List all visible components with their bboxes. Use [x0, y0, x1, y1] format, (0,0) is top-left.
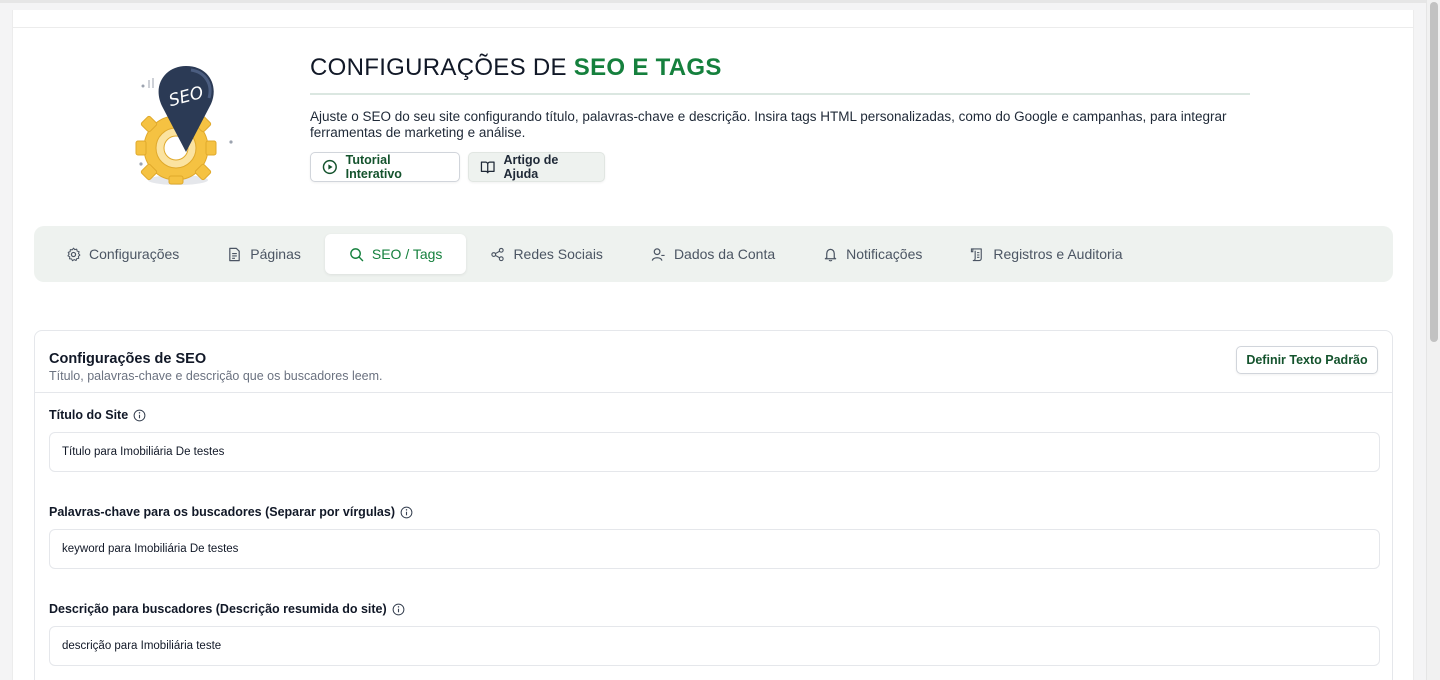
scrollbar-thumb[interactable]	[1430, 2, 1438, 342]
tab-label: Páginas	[250, 246, 301, 262]
seo-illustration: SEO	[135, 66, 233, 185]
tab-label: Redes Sociais	[513, 246, 603, 262]
tutorial-button-label: Tutorial Interativo	[345, 153, 402, 181]
info-icon[interactable]	[400, 506, 413, 519]
keywords-label: Palavras-chave para os buscadores (Separ…	[49, 505, 413, 519]
page-title: CONFIGURAÇÕES DE SEO E TAGS	[310, 54, 722, 82]
tab-dados-da-conta[interactable]: Dados da Conta	[627, 234, 799, 274]
gear-icon	[67, 247, 81, 261]
tab-label: Dados da Conta	[673, 246, 776, 262]
tab-registros-e-auditoria[interactable]: Registros e Auditoria	[946, 234, 1146, 274]
play-circle-icon	[322, 159, 337, 175]
seo-settings-card: Configurações de SEO Título, palavras-ch…	[34, 330, 1393, 680]
seo-card-subtitle: Título, palavras-chave e descrição que o…	[49, 369, 383, 383]
tab-label: Notificações	[846, 246, 923, 262]
help-article-button[interactable]: Artigo de Ajuda	[468, 152, 605, 182]
scroll-icon	[971, 247, 983, 261]
page-title-accent: SEO E TAGS	[573, 54, 722, 81]
settings-tabs: Configurações Páginas SEO / Tags Redes S…	[34, 226, 1393, 282]
help-article-button-label: Artigo de Ajuda	[503, 153, 559, 181]
page-top-divider	[13, 27, 1413, 28]
document-icon	[229, 247, 241, 261]
share-icon	[491, 247, 505, 261]
browser-top-strip	[0, 0, 1426, 3]
info-icon[interactable]	[133, 409, 146, 422]
description-label: Descrição para buscadores (Descrição res…	[49, 602, 405, 616]
site-title-label-text: Título do Site	[49, 408, 129, 422]
tab-label: Registros e Auditoria	[993, 246, 1123, 262]
tab-seo-tags[interactable]: SEO / Tags	[324, 234, 467, 274]
tab-paginas[interactable]: Páginas	[203, 234, 325, 274]
book-icon	[480, 161, 495, 174]
info-icon[interactable]	[392, 603, 405, 616]
set-default-text-button[interactable]: Definir Texto Padrão	[1236, 346, 1378, 374]
tab-redes-sociais[interactable]: Redes Sociais	[466, 234, 627, 274]
seo-card-title: Configurações de SEO	[49, 351, 207, 367]
page-description: Ajuste o SEO do seu site configurando tí…	[310, 109, 1227, 140]
tab-notificacoes[interactable]: Notificações	[799, 234, 946, 274]
tutorial-button[interactable]: Tutorial Interativo	[310, 152, 460, 182]
user-icon	[651, 247, 665, 261]
description-label-text: Descrição para buscadores (Descrição res…	[49, 602, 387, 616]
description-input[interactable]: descrição para Imobiliária teste	[49, 626, 1380, 666]
keywords-label-text: Palavras-chave para os buscadores (Separ…	[49, 505, 395, 519]
tab-configuracoes[interactable]: Configurações	[42, 234, 203, 274]
page-title-prefix: CONFIGURAÇÕES DE	[310, 54, 574, 81]
tab-label: SEO / Tags	[371, 246, 443, 262]
bell-icon	[824, 248, 837, 261]
site-title-input[interactable]: Título para Imobiliária De testes	[49, 432, 1380, 472]
search-icon	[350, 247, 364, 261]
page-scrollbar[interactable]	[1426, 0, 1440, 680]
title-divider	[310, 93, 1250, 95]
tab-label: Configurações	[89, 246, 180, 262]
keywords-input[interactable]: keyword para Imobiliária De testes	[49, 529, 1380, 569]
site-title-label: Título do Site	[49, 408, 146, 422]
page-container: SEO CONFIGURAÇÕES DE SEO E TAGS Ajuste o…	[12, 10, 1414, 680]
seo-card-header: Configurações de SEO Título, palavras-ch…	[35, 331, 1392, 393]
